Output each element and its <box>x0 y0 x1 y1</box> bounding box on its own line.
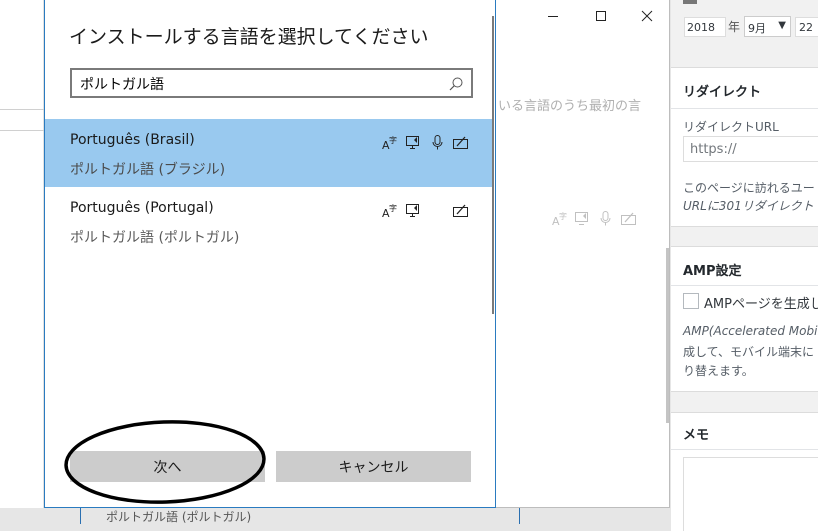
divider <box>519 508 520 524</box>
search-icon[interactable] <box>448 76 464 92</box>
maximize-icon <box>596 11 606 21</box>
memo-textarea[interactable] <box>683 457 818 531</box>
cancel-button[interactable]: キャンセル <box>276 451 471 482</box>
text-to-speech-icon <box>406 136 419 149</box>
background-language-label: ポルトガル語 (ポルトガル) <box>106 510 252 524</box>
language-pack-icon: A字 <box>382 203 397 219</box>
svg-text:字: 字 <box>559 211 567 221</box>
language-native-name: ポルトガル語 (ポルトガル) <box>70 230 240 246</box>
divider <box>671 449 818 450</box>
amp-desc-line3: り替えます。 <box>683 364 754 378</box>
wordpress-sidebar: 2018 年 9月 ▼ 22 リダイレクト リダイレクトURL https://… <box>671 0 818 531</box>
language-item-portuguese-portugal[interactable]: Português (Portugal) ポルトガル語 (ポルトガル) A字 <box>45 187 494 255</box>
redirect-heading: リダイレクト <box>683 85 762 100</box>
memo-heading: メモ <box>683 428 710 443</box>
redirect-url-field[interactable]: https:// <box>683 136 818 162</box>
background-feature-icons: A字 <box>551 210 637 227</box>
minimize-icon <box>548 16 558 17</box>
speech-recognition-icon <box>600 211 611 226</box>
handwriting-icon <box>453 136 468 149</box>
language-pack-icon: A字 <box>382 135 397 151</box>
amp-checkbox-label: AMPページを生成し <box>704 297 818 312</box>
language-search-box[interactable] <box>70 68 473 98</box>
text-to-speech-icon <box>575 212 588 225</box>
svg-text:字: 字 <box>389 135 397 145</box>
redirect-desc-line2: URLに301リダイレクト <box>683 199 814 213</box>
settings-nav-strip <box>0 0 44 508</box>
text-to-speech-icon <box>406 204 419 217</box>
amp-heading: AMP設定 <box>683 264 742 279</box>
close-icon <box>641 10 653 22</box>
divider <box>0 109 44 110</box>
memo-panel: メモ <box>671 412 818 531</box>
amp-panel: AMP設定 AMPページを生成し AMP(Accelerated Mobile … <box>671 246 818 392</box>
year-input[interactable]: 2018 <box>684 17 726 37</box>
language-native-name: ポルトガル語 (ブラジル) <box>70 162 226 178</box>
speech-recognition-icon <box>432 135 443 150</box>
background-scrollbar[interactable] <box>666 248 669 423</box>
calendar-icon <box>683 0 697 4</box>
amp-desc-line1: AMP(Accelerated Mobile <box>683 324 818 338</box>
amp-checkbox[interactable] <box>683 293 699 309</box>
handwriting-icon <box>453 204 468 217</box>
month-select-value: 9月 <box>748 22 766 35</box>
language-name: Português (Brasil) <box>70 132 195 148</box>
dialog-title: インストールする言語を選択してください <box>69 26 429 48</box>
language-item-portuguese-brazil[interactable]: Português (Brasil) ポルトガル語 (ブラジル) A字 <box>45 119 494 187</box>
background-hint-text: いる言語のうち最初の言 <box>498 99 642 114</box>
svg-text:字: 字 <box>389 203 397 213</box>
divider <box>671 108 818 109</box>
amp-desc-line2: 成して、モバイル端末に <box>683 345 815 359</box>
month-select[interactable]: 9月 ▼ <box>744 16 791 37</box>
redirect-url-label: リダイレクトURL <box>683 120 779 134</box>
maximize-button[interactable] <box>578 0 624 32</box>
handwriting-icon <box>621 212 636 225</box>
divider <box>0 130 44 131</box>
divider <box>80 508 81 524</box>
dialog-scrollbar[interactable] <box>492 16 494 314</box>
day-input[interactable]: 22 <box>795 17 818 37</box>
redirect-desc-line1: このページに訪れるユー <box>683 181 815 195</box>
divider <box>671 285 818 286</box>
chevron-down-icon: ▼ <box>778 20 786 31</box>
language-name: Português (Portugal) <box>70 200 214 216</box>
add-language-dialog: インストールする言語を選択してください Português (Brasil) ポ… <box>44 0 496 508</box>
redirect-url-placeholder: https:// <box>690 142 737 157</box>
close-button[interactable] <box>624 0 670 32</box>
minimize-button[interactable] <box>530 0 576 32</box>
language-search-input[interactable] <box>80 74 440 94</box>
year-unit-label: 年 <box>728 20 741 34</box>
language-pack-icon: A字 <box>552 211 567 227</box>
redirect-panel: リダイレクト リダイレクトURL https:// このページに訪れるユー UR… <box>671 67 818 227</box>
next-button[interactable]: 次へ <box>70 451 265 482</box>
